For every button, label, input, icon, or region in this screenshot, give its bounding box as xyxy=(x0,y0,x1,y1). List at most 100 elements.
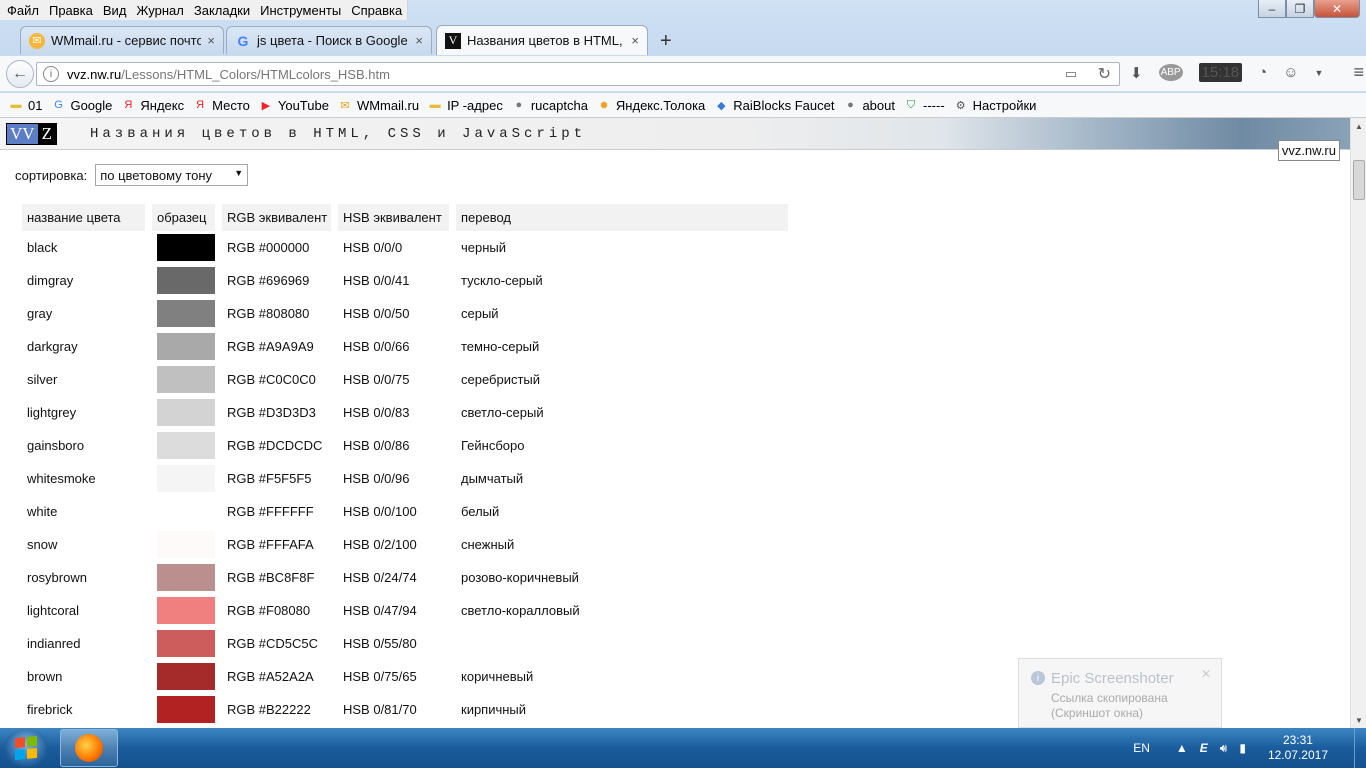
table-row: black RGB #000000 HSB 0/0/0 черный xyxy=(22,231,788,264)
url-text: vvz.nw.ru/Lessons/HTML_Colors/HTMLcolors… xyxy=(67,67,390,82)
site-link[interactable]: vvz.nw.ru xyxy=(1277,140,1340,161)
show-hidden-icons-icon[interactable]: ▲ xyxy=(1176,741,1188,755)
close-window-button[interactable]: ✕ xyxy=(1314,0,1360,18)
reader-view-icon[interactable]: ▭ xyxy=(1065,66,1077,82)
menu-item[interactable]: Журнал xyxy=(131,3,188,18)
rgb-cell: RGB #A9A9A9 xyxy=(227,339,314,354)
close-tab-icon[interactable]: × xyxy=(415,33,423,48)
system-clock[interactable]: 23:31 12.07.2017 xyxy=(1268,733,1328,763)
site-logo[interactable]: VV Z xyxy=(6,123,57,145)
swatch-cell xyxy=(152,297,215,330)
bookmark-item[interactable]: ● rucaptcha xyxy=(511,97,588,113)
clock-time: 23:31 xyxy=(1282,733,1313,747)
translation-cell: светло-серый xyxy=(461,405,544,420)
scroll-down-icon[interactable]: ▼ xyxy=(1351,712,1366,728)
bookmark-item[interactable]: ⚙ Настройки xyxy=(953,97,1037,113)
bookmark-item[interactable]: ▶ YouTube xyxy=(258,97,329,113)
color-swatch xyxy=(157,399,215,426)
bookmark-label: about xyxy=(862,97,895,113)
color-name-cell: black xyxy=(27,240,58,255)
back-button[interactable]: ← xyxy=(6,60,34,88)
hamburger-menu-icon[interactable]: ≡ xyxy=(1353,62,1364,83)
info-icon: i xyxy=(1031,671,1045,685)
bookmark-item[interactable]: ✉ WMmail.ru xyxy=(337,97,419,113)
bookmark-label: WMmail.ru xyxy=(356,97,420,113)
bookmark-item[interactable]: ✹ Яндекс.Толока xyxy=(596,97,705,113)
window-controls: – ❐ ✕ xyxy=(1258,0,1360,18)
menu-item[interactable]: Правка xyxy=(44,3,98,18)
table-row: brown RGB #A52A2A HSB 0/75/65 коричневый xyxy=(22,660,788,693)
wmmail-icon: ✉ xyxy=(29,32,45,49)
color-swatch xyxy=(157,663,215,690)
color-name-cell: white xyxy=(27,504,58,519)
browser-chrome: Файл Правка Вид Журнал Закладки Инструменты Сп… xyxy=(0,0,1366,118)
bookmark-item[interactable]: ▬ IP -адрес xyxy=(427,97,503,113)
sort-select[interactable]: по цветовому тону ▼ xyxy=(95,164,249,186)
download-icon[interactable]: ⬇ xyxy=(1130,64,1143,82)
tab-wmmail[interactable]: ✉ WMmail.ru - сервис почтовых × xyxy=(20,26,224,54)
rgb-cell: RGB #BC8F8F xyxy=(227,570,315,585)
vertical-scrollbar[interactable]: ▲ ▼ xyxy=(1350,118,1366,728)
menu-item[interactable]: Закладки xyxy=(189,3,255,18)
reload-icon[interactable]: ↻ xyxy=(1098,64,1111,84)
translation-cell: белый xyxy=(461,504,500,519)
swatch-cell xyxy=(152,561,215,594)
bookmark-item[interactable]: ⛉ ----- xyxy=(903,97,945,113)
menu-item[interactable]: Файл xyxy=(2,3,44,18)
close-icon[interactable]: ✕ xyxy=(1201,667,1211,681)
bookmark-item[interactable]: Я Яндекс xyxy=(120,97,184,113)
minimize-button[interactable]: – xyxy=(1258,0,1286,18)
translation-cell: коричневый xyxy=(461,669,534,684)
tab-strip: ✉ WMmail.ru - сервис почтовых × G js цве… xyxy=(0,24,1366,55)
bookmark-label: ----- xyxy=(923,97,945,113)
close-tab-icon[interactable]: × xyxy=(631,33,639,48)
start-button[interactable] xyxy=(4,729,48,767)
app-tray-icon[interactable]: E xyxy=(1200,741,1208,755)
bookmark-item[interactable]: ● about xyxy=(842,97,895,113)
table-row: gainsboro RGB #DCDCDC HSB 0/0/86 Гейнсборо xyxy=(22,429,788,462)
url-bar[interactable]: i vvz.nw.ru/Lessons/HTML_Colors/HTMLcolo… xyxy=(36,62,1120,86)
dropdown-icon[interactable]: ▼ xyxy=(1315,68,1324,78)
bookmark-item[interactable]: G Google xyxy=(50,97,112,113)
google-icon: G xyxy=(237,32,249,49)
adblock-icon[interactable]: ABP xyxy=(1158,64,1183,81)
bookmark-item[interactable]: Я Место xyxy=(192,97,250,113)
show-desktop-button[interactable] xyxy=(1354,728,1366,768)
bookmark-label: RaiBlocks Faucet xyxy=(733,97,835,113)
gear-icon: ⚙ xyxy=(955,99,966,112)
menu-item[interactable]: Инструменты xyxy=(255,3,346,18)
maximize-button[interactable]: ❐ xyxy=(1286,0,1314,18)
bookmark-item[interactable]: ◆ RaiBlocks Faucet xyxy=(713,97,834,113)
language-indicator[interactable]: EN xyxy=(1133,741,1150,755)
network-icon[interactable]: ▮ xyxy=(1239,741,1246,755)
new-tab-button[interactable]: + xyxy=(660,30,672,53)
color-name-cell: gray xyxy=(27,306,53,321)
scrollbar-thumb[interactable] xyxy=(1353,160,1365,200)
yandex-icon: Я xyxy=(124,99,133,111)
swatch-cell xyxy=(152,396,215,429)
page-title: Названия цветов в HTML, CSS и JavaScript xyxy=(90,126,587,142)
swatch-cell xyxy=(152,231,215,264)
screenshot-notification[interactable]: i Epic Screenshoter ✕ Ссылка скопирована… xyxy=(1018,658,1222,728)
toloka-icon: ✹ xyxy=(599,99,609,112)
clock-badge[interactable]: 15:18 xyxy=(1198,63,1243,82)
monkey-icon[interactable]: ☺ xyxy=(1283,64,1298,81)
menu-item[interactable]: Справка xyxy=(346,3,407,18)
hsb-cell: HSB 0/0/41 xyxy=(343,273,410,288)
swatch-cell xyxy=(152,330,215,363)
tab-google-search[interactable]: G js цвета - Поиск в Google × xyxy=(226,26,432,54)
bookmark-label: YouTube xyxy=(277,97,329,113)
close-tab-icon[interactable]: × xyxy=(207,33,215,48)
color-swatch xyxy=(157,432,215,459)
volume-icon[interactable]: 🔊︎ xyxy=(1220,741,1228,756)
info-icon[interactable]: i xyxy=(43,66,59,82)
scroll-up-icon[interactable]: ▲ xyxy=(1351,118,1366,134)
taskbar-firefox-button[interactable] xyxy=(60,729,118,767)
menu-item[interactable]: Вид xyxy=(98,3,132,18)
translation-cell: серый xyxy=(461,306,499,321)
header-hsb: HSB эквивалент xyxy=(338,204,449,231)
tab-html-colors[interactable]: V Названия цветов в HTML, CSS × xyxy=(436,25,648,55)
table-row: indianred RGB #CD5C5C HSB 0/55/80 xyxy=(22,627,788,660)
bookmark-item[interactable]: ▬ 01 xyxy=(8,97,43,113)
extension-icon[interactable]: ◔ xyxy=(1258,64,1267,81)
